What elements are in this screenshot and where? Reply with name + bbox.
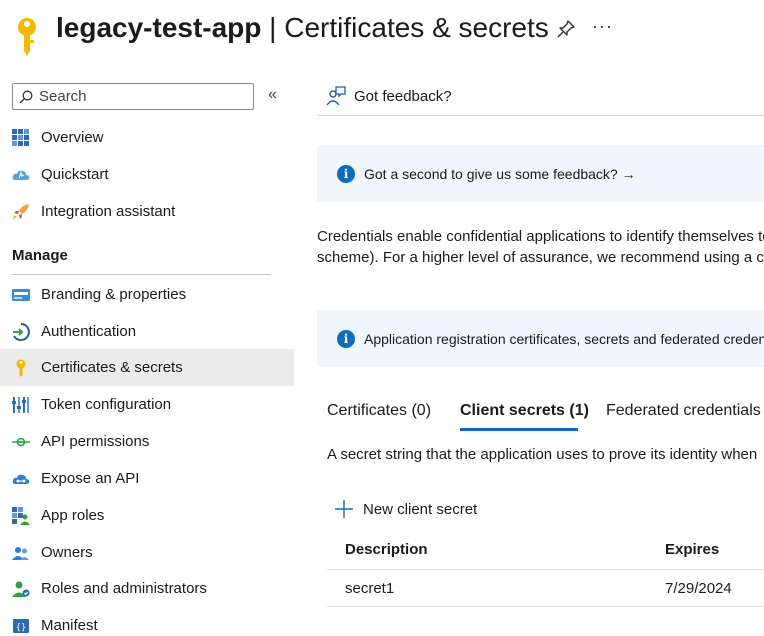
sidebar-item-branding-properties[interactable]: Branding & properties	[0, 276, 294, 313]
client-secrets-description: A secret string that the application use…	[327, 446, 758, 463]
page-name: Certificates & secrets	[284, 12, 549, 43]
search-input[interactable]	[39, 88, 239, 105]
sidebar-item-token-configuration[interactable]: Token configuration	[0, 386, 294, 423]
sidebar-item-label: Manifest	[41, 617, 98, 634]
sidebar-item-api-permissions[interactable]: API permissions	[0, 423, 294, 460]
sidebar-item-roles-administrators[interactable]: Roles and administrators	[0, 570, 294, 607]
sidebar-item-label: Quickstart	[41, 166, 109, 183]
column-header-expires[interactable]: Expires	[665, 541, 719, 558]
sidebar-item-quickstart[interactable]: Quickstart	[0, 156, 294, 193]
manage-section-heading: Manage	[12, 247, 68, 264]
page-title: legacy-test-app | Certificates & secrets	[56, 10, 549, 46]
sidebar-item-label: API permissions	[41, 433, 150, 450]
page-header: legacy-test-app | Certificates & secrets…	[0, 0, 764, 64]
tab-federated-credentials[interactable]: Federated credentials	[606, 402, 761, 420]
new-client-secret-label: New client secret	[363, 501, 478, 518]
rocket-icon	[13, 204, 29, 220]
info-icon: i	[337, 165, 355, 183]
got-feedback-button[interactable]: Got feedback?	[317, 80, 764, 116]
plus-icon	[335, 500, 353, 518]
overview-grid-icon	[12, 129, 29, 146]
description-line: scheme). For a higher level of assurance…	[317, 249, 764, 266]
sidebar-item-manifest[interactable]: {} Manifest	[0, 607, 294, 636]
sidebar-item-authentication[interactable]: Authentication	[0, 313, 294, 350]
sidebar-item-label: App roles	[41, 507, 105, 524]
feedback-banner-text[interactable]: Got a second to give us some feedback? →	[364, 166, 636, 182]
sidebar-item-label: Branding & properties	[41, 286, 187, 303]
sidebar-item-label: Roles and administrators	[41, 580, 207, 597]
feedback-label: Got feedback?	[354, 88, 452, 105]
manifest-icon: {}	[13, 619, 29, 633]
roles-admin-icon	[12, 581, 30, 597]
key-icon	[16, 359, 26, 377]
sidebar-item-app-roles[interactable]: App roles	[0, 497, 294, 534]
table-row-divider	[327, 606, 764, 607]
column-header-description[interactable]: Description	[345, 541, 428, 558]
sidebar-item-label: Expose an API	[41, 470, 140, 487]
owners-icon	[12, 547, 29, 560]
sidebar-item-label: Token configuration	[41, 396, 172, 413]
title-separator: |	[261, 12, 285, 43]
app-roles-icon	[12, 507, 30, 525]
sidebar-item-label: Integration assistant	[41, 203, 176, 220]
table-header-divider	[327, 569, 764, 570]
sidebar-item-owners[interactable]: Owners	[0, 534, 294, 571]
info-icon: i	[337, 330, 355, 348]
sidebar-item-expose-an-api[interactable]: Expose an API	[0, 460, 294, 497]
svg-text:{}: {}	[16, 623, 27, 633]
collapse-sidebar-button[interactable]: «	[268, 86, 277, 104]
credentials-description: Credentials enable confidential applicat…	[317, 226, 764, 268]
token-bars-icon	[12, 397, 29, 413]
quickstart-cloud-icon	[12, 170, 30, 180]
description-line: Credentials enable confidential applicat…	[317, 228, 764, 245]
sidebar-item-label: Certificates & secrets	[41, 359, 183, 376]
pin-icon[interactable]	[556, 19, 576, 39]
branding-icon	[12, 289, 30, 301]
expose-api-cloud-icon	[12, 474, 30, 484]
api-permissions-icon	[12, 437, 30, 447]
feedback-person-icon	[326, 86, 346, 106]
sidebar-item-integration-assistant[interactable]: Integration assistant	[0, 193, 294, 230]
feedback-info-banner[interactable]: i Got a second to give us some feedback?…	[317, 145, 764, 202]
sidebar-item-overview[interactable]: Overview	[0, 119, 294, 156]
active-tab-indicator	[460, 428, 578, 431]
secret-expires-cell: 7/29/2024	[665, 580, 732, 597]
registration-banner-text: Application registration certificates, s…	[364, 331, 764, 347]
authentication-icon	[13, 323, 30, 341]
sidebar-item-certificates-secrets[interactable]: Certificates & secrets	[0, 349, 294, 386]
registration-info-banner: i Application registration certificates,…	[317, 310, 764, 367]
tab-client-secrets[interactable]: Client secrets (1)	[460, 402, 589, 420]
search-icon	[19, 90, 33, 103]
sidebar-item-label: Overview	[41, 129, 104, 146]
sidebar-item-label: Owners	[41, 544, 93, 561]
secret-description-cell: secret1	[345, 580, 395, 597]
sidebar-item-label: Authentication	[41, 323, 137, 340]
app-name: legacy-test-app	[56, 12, 262, 43]
more-options-button[interactable]: ···	[592, 16, 613, 37]
tab-certificates[interactable]: Certificates (0)	[327, 402, 431, 420]
search-box[interactable]	[12, 83, 254, 110]
key-icon	[18, 18, 36, 56]
section-divider	[12, 274, 271, 275]
